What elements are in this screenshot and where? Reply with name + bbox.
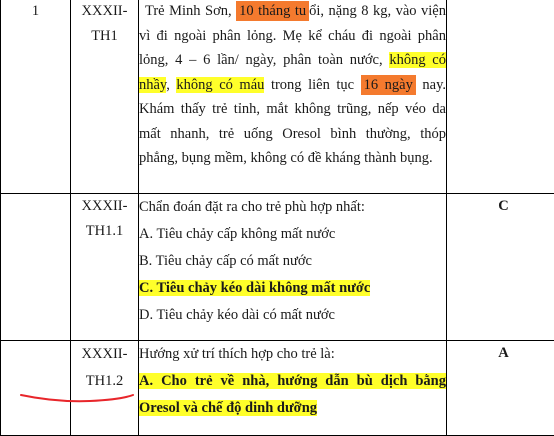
question-code-line2: TH1 [71, 24, 138, 49]
case-text-part: Trẻ Minh Sơn, [145, 3, 236, 19]
question-code-line1: XXXII- [71, 0, 138, 24]
no-blood-highlight: không có máu [176, 77, 264, 93]
red-underline-annotation [20, 391, 135, 405]
question-code-line2: TH1.1 [71, 219, 138, 244]
option-d: D. Tiêu chảy kéo dài có mất nước [139, 302, 446, 329]
question-table: 1 XXXII- TH1 Trẻ Minh Sơn, 10 tháng tuổi… [0, 0, 554, 436]
case-text-part: , [166, 77, 176, 93]
option-a: A. Tiêu chảy cấp không mất nước [139, 221, 446, 248]
question-code: XXXII- TH1 [71, 0, 139, 194]
case-text-part: trong liên tục [264, 77, 360, 93]
answer-cell: A [447, 341, 554, 436]
table-row-question: XXXII- TH1.1 Chẩn đoán đặt ra cho trẻ ph… [1, 194, 554, 341]
row-number: 1 [1, 0, 71, 194]
table-row-case: 1 XXXII- TH1 Trẻ Minh Sơn, 10 tháng tuổi… [1, 0, 554, 194]
duration-highlight: 16 ngày [361, 75, 416, 95]
question-content: Chẩn đoán đặt ra cho trẻ phù hợp nhất: A… [139, 194, 447, 341]
question-content: Hướng xử trí thích hợp cho trẻ là: A. Ch… [139, 341, 447, 436]
table-row-question: XXXII- TH1.2 Hướng xử trí thích hợp cho … [1, 341, 554, 436]
answer-cell: C [447, 194, 554, 341]
option-b: B. Tiêu chảy cấp có mất nước [139, 248, 446, 275]
row-number [1, 194, 71, 341]
answer-cell [447, 0, 554, 194]
row-number [1, 341, 71, 436]
option-c-correct: C. Tiêu chảy kéo dài không mất nước [139, 275, 446, 302]
question-code-line1: XXXII- [71, 194, 138, 219]
question-code: XXXII- TH1.2 [71, 341, 139, 436]
correct-option: A. Cho trẻ về nhà, hướng dẫn bù dịch bằn… [139, 368, 446, 422]
question-stem: Hướng xử trí thích hợp cho trẻ là: [139, 341, 446, 368]
question-stem: Chẩn đoán đặt ra cho trẻ phù hợp nhất: [139, 194, 446, 221]
case-description: Trẻ Minh Sơn, 10 tháng tuổi, nặng 8 kg, … [139, 0, 447, 194]
question-code: XXXII- TH1.1 [71, 194, 139, 341]
question-code-line1: XXXII- [71, 341, 138, 368]
age-highlight: 10 tháng tu [236, 1, 309, 21]
